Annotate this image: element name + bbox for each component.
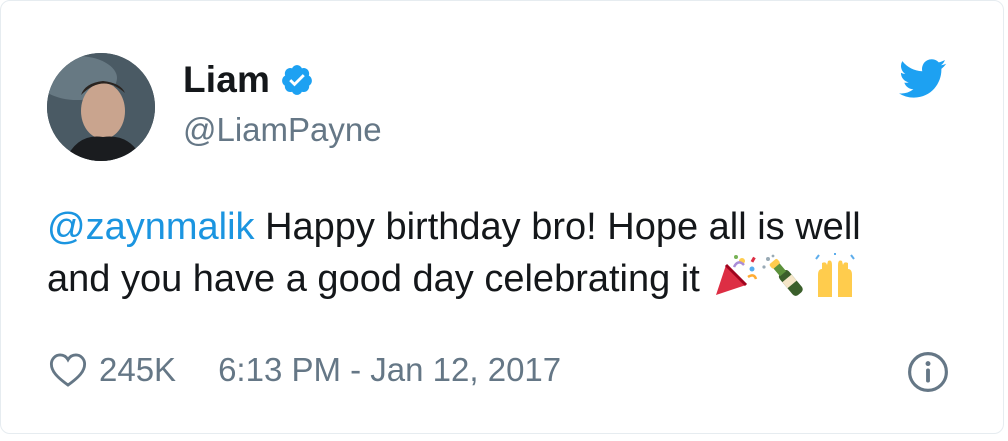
verified-badge-icon — [282, 65, 313, 95]
tweet-timestamp[interactable]: 6:13 PM - Jan 12, 2017 — [218, 351, 561, 389]
like-count[interactable]: 245K — [99, 351, 176, 389]
tweet-text-line2: and you have a good day celebrating it — [47, 258, 700, 300]
info-icon[interactable] — [907, 351, 949, 393]
party-popper-icon — [716, 255, 758, 295]
champagne-icon — [762, 254, 804, 296]
twitter-bird-icon[interactable] — [899, 59, 947, 99]
avatar-image — [47, 53, 155, 161]
avatar[interactable] — [47, 53, 155, 161]
display-name[interactable]: Liam — [183, 59, 270, 101]
raised-hands-icon — [815, 253, 856, 297]
tweet-meta: 245K 6:13 PM - Jan 12, 2017 — [49, 351, 561, 389]
tweet-card[interactable]: Liam @LiamPayne @zaynmalik Happy birthda… — [0, 0, 1004, 434]
mention-link[interactable]: @zaynmalik — [47, 206, 255, 248]
tweet-text-line1: Happy birthday bro! Hope all is well — [254, 206, 861, 248]
tweet-text: @zaynmalik Happy birthday bro! Hope all … — [47, 201, 967, 305]
heart-icon[interactable] — [49, 352, 87, 388]
user-handle[interactable]: @LiamPayne — [183, 111, 382, 149]
